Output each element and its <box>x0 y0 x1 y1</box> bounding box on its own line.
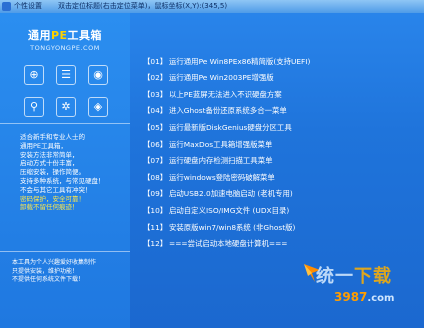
menu-item-05[interactable]: 【05】 运行最新版DiskGenius硬盘分区工具 <box>143 121 292 134</box>
shield-icon: ◈ <box>88 97 108 117</box>
menu-num: 【11】 <box>143 223 168 232</box>
title-left: 个性设置 <box>14 2 42 10</box>
desc-line: 不会与其它工具有冲突！ <box>20 185 92 194</box>
description: 适合新手和专业人士的 通用PE工具箱， 安装方法非常简单， 启动方式十份丰富， … <box>20 133 130 212</box>
menu-item-12[interactable]: 【12】 ===尝试启动本地硬盘计算机=== <box>143 237 287 250</box>
desc-line: 通用PE工具箱， <box>20 141 68 150</box>
menu-label: 运行硬盘内存检测扫描工具菜单 <box>169 156 273 165</box>
watermark-number: 3987 <box>334 290 368 304</box>
usb-icon: ⚲ <box>24 97 44 117</box>
menu-label: 运行windows登陆密码破解菜单 <box>169 173 275 182</box>
menu-num: 【06】 <box>143 140 168 149</box>
menu-num: 【12】 <box>143 239 168 248</box>
menu-item-10[interactable]: 【10】 启动自定义ISO/IMG文件 (UDX目录) <box>143 204 289 217</box>
menu-item-07[interactable]: 【07】 运行硬盘内存检测扫描工具菜单 <box>143 154 272 167</box>
footer-line: 本工具为个人兴趣爱好收集制作 <box>12 259 97 266</box>
menu-num: 【01】 <box>143 57 168 66</box>
menu-item-06[interactable]: 【06】 运行MaxDos工具箱增强版菜单 <box>143 138 272 151</box>
menu-num: 【02】 <box>143 73 168 82</box>
logo-prefix: 通用 <box>27 29 51 42</box>
menu-label: 进入Ghost备份还原系统多合一菜单 <box>169 106 287 115</box>
menu-label: ===尝试启动本地硬盘计算机=== <box>169 239 288 248</box>
watermark: 统一下载 3987.com <box>300 262 424 328</box>
app-icon <box>2 2 11 11</box>
logo-subtitle: TONGYONGPE.COM <box>30 44 100 52</box>
menu-label: 启动自定义ISO/IMG文件 (UDX目录) <box>169 206 290 215</box>
pe-boot-window: 个性设置 双击定位标题(右击定位菜单)，鼠标坐标(X,Y):(345,5) 通用… <box>0 0 424 328</box>
menu-label: 启动USB2.0加速电脑启动 (老机专用) <box>169 189 293 198</box>
divider <box>0 123 130 126</box>
gear-icon: ✲ <box>56 97 76 117</box>
desc-line: 适合新手和专业人士的 <box>20 133 85 141</box>
menu-item-03[interactable]: 【03】 以上PE蓝屏无法进入不识硬盘方案 <box>143 88 282 101</box>
menu-num: 【08】 <box>143 173 168 182</box>
menu-num: 【10】 <box>143 206 168 215</box>
menu-num: 【09】 <box>143 189 168 198</box>
tool-icon-grid: ⊕ ☰ ◉ ⚲ ✲ ◈ <box>22 65 108 121</box>
menu-item-08[interactable]: 【08】 运行windows登陆密码破解菜单 <box>143 171 275 184</box>
footer-line: 不提供任何系统文件下载！ <box>12 276 85 283</box>
menu-num: 【03】 <box>143 90 168 99</box>
footer-line: 只提供安装，维护功能！ <box>12 267 79 275</box>
divider <box>0 251 130 254</box>
menu-num: 【04】 <box>143 106 168 115</box>
network-icon: ⊕ <box>24 65 44 85</box>
menu-num: 【07】 <box>143 156 168 165</box>
menu-label: 运行MaxDos工具箱增强版菜单 <box>169 140 273 149</box>
watermark-suffix: .com <box>367 293 395 304</box>
desc-line: 启动方式十份丰富， <box>20 159 79 168</box>
logo-pe: PE <box>50 29 68 42</box>
watermark-text-b: 下载 <box>354 266 392 287</box>
footer-notes: 本工具为个人兴趣爱好收集制作 只提供安装，维护功能！ 不提供任何系统文件下载！ <box>12 259 130 285</box>
menu-label: 以上PE蓝屏无法进入不识硬盘方案 <box>169 90 282 99</box>
desc-line: 支持多种系统，与常见硬盘！ <box>20 176 105 185</box>
menu-label: 安装原版win7/win8系统 (非Ghost版) <box>169 223 296 232</box>
desc-line: 压缩安装，操作简便。 <box>20 168 85 177</box>
watermark-text-a: 统一 <box>316 266 354 287</box>
menu-label: 运行最新版DiskGenius硬盘分区工具 <box>169 123 292 132</box>
logo-suffix: 工具箱 <box>67 29 103 42</box>
settings-icon: ☰ <box>56 65 76 85</box>
menu-item-09[interactable]: 【09】 启动USB2.0加速电脑启动 (老机专用) <box>143 187 293 200</box>
logo: 通用PE工具箱 TONGYONGPE.COM <box>0 27 130 52</box>
lock-icon: ◉ <box>88 65 108 85</box>
menu-item-02[interactable]: 【02】 运行通用Pe Win2003PE增强版 <box>143 71 274 84</box>
menu-item-04[interactable]: 【04】 进入Ghost备份还原系统多合一菜单 <box>143 104 287 117</box>
menu-label: 运行通用Pe Win8PEx86精简版(支持UEFI) <box>169 57 311 66</box>
menu-item-01[interactable]: 【01】 运行通用Pe Win8PEx86精简版(支持UEFI) <box>143 55 310 68</box>
sidebar: 通用PE工具箱 TONGYONGPE.COM ⊕ ☰ ◉ ⚲ ✲ ◈ 适合新手和… <box>0 13 130 328</box>
menu-num: 【05】 <box>143 123 168 132</box>
menu-item-11[interactable]: 【11】 安装原版win7/win8系统 (非Ghost版) <box>143 221 295 234</box>
menu-label: 运行通用Pe Win2003PE增强版 <box>169 73 274 82</box>
title-bar[interactable]: 个性设置 双击定位标题(右击定位菜单)，鼠标坐标(X,Y):(345,5) <box>0 0 424 13</box>
title-main: 双击定位标题(右击定位菜单)，鼠标坐标(X,Y):(345,5) <box>58 2 228 10</box>
desc-line: 卸载不留任何痕迹！ <box>20 203 79 212</box>
